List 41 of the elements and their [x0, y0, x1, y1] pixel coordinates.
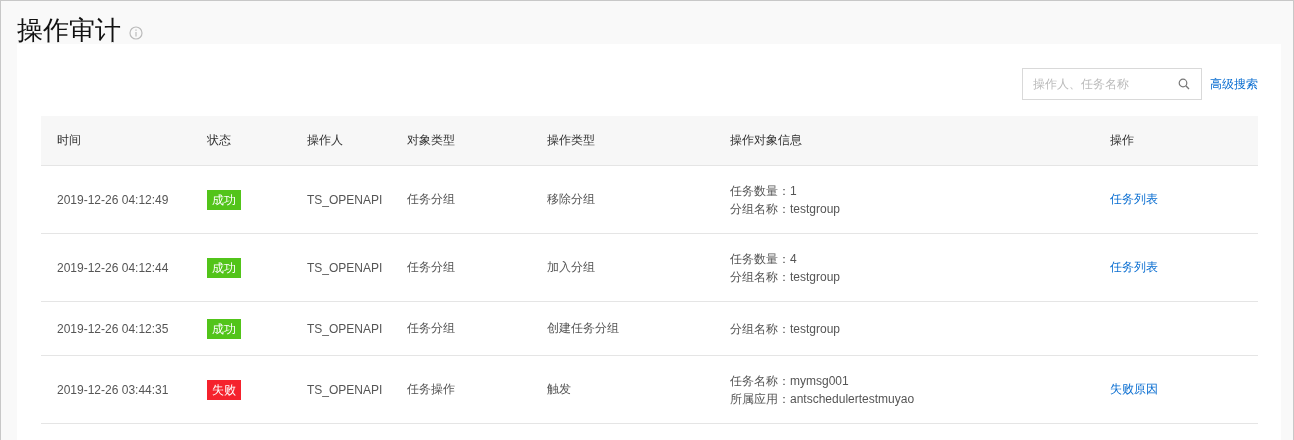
action-link[interactable]: 任务列表	[1110, 259, 1158, 276]
info-line: 任务数量：4	[730, 250, 798, 268]
info-line: 所属应用：antschedulertestmuyao	[730, 390, 915, 408]
column-header[interactable]: 状态	[207, 132, 231, 149]
column-header[interactable]: 操作人	[307, 132, 343, 149]
table-cell: 任务分组	[407, 191, 455, 208]
table-cell-text: 2019-12-26 04:12:35	[56, 321, 169, 336]
search-field[interactable]: 操作人、任务名称	[1022, 68, 1202, 100]
table-cell: 移除分组	[547, 191, 595, 208]
table-cell: 任务分组	[407, 320, 455, 337]
column-header[interactable]: 操作类型	[547, 132, 595, 149]
status-badge: 成功	[207, 189, 241, 210]
search-icon[interactable]	[1178, 78, 1190, 90]
info-line: 分组名称：testgroup	[730, 200, 841, 218]
table-cell: 创建任务分组	[547, 320, 619, 337]
table-cell: TS_OPENAPI	[307, 382, 383, 397]
info-line: 分组名称：testgroup	[730, 268, 841, 286]
status-badge: 成功	[207, 318, 241, 339]
column-header[interactable]: 操作对象信息	[730, 132, 802, 149]
status-badge: 成功	[207, 257, 241, 278]
page-title: 操作审计	[17, 14, 121, 45]
info-line: 分组名称：testgroup	[730, 320, 841, 338]
table-cell: 触发	[547, 381, 571, 398]
column-header[interactable]: 时间	[41, 132, 81, 149]
table-cell-text: 2019-12-26 03:44:31	[56, 382, 169, 397]
advanced-search-link[interactable]: 高级搜索	[1210, 75, 1258, 93]
table-cell: 加入分组	[547, 259, 595, 276]
action-link[interactable]: 任务列表	[1110, 191, 1158, 208]
table-cell-text: 2019-12-26 04:12:44	[56, 260, 169, 275]
action-link[interactable]: 失败原因	[1110, 381, 1158, 398]
table-cell: TS_OPENAPI	[307, 260, 383, 275]
table-cell: 任务操作	[407, 381, 455, 398]
table-cell: TS_OPENAPI	[307, 321, 383, 336]
table-cell: TS_OPENAPI	[307, 192, 383, 207]
info-line: 任务名称：mymsg001	[730, 372, 850, 390]
info-line: 任务数量：1	[730, 182, 798, 200]
column-header[interactable]: 操作	[1110, 132, 1134, 149]
column-header[interactable]: 对象类型	[407, 132, 455, 149]
status-badge: 失败	[207, 379, 241, 400]
table-cell-text: 2019-12-26 04:12:49	[56, 192, 169, 207]
table-cell: 任务分组	[407, 259, 455, 276]
